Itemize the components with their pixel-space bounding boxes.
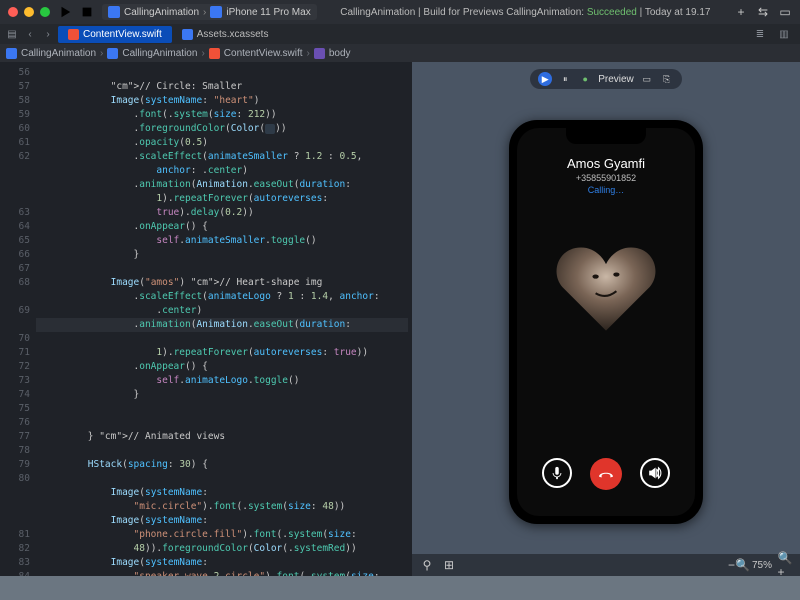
live-preview-icon[interactable]: ▶ (538, 72, 552, 86)
adjust-editor-icon[interactable]: ▥ (776, 26, 792, 42)
zoom-level: 75% (752, 560, 772, 571)
code-area[interactable]: "cm">// Circle: Smaller Image(systemName… (36, 62, 412, 576)
line-gutter: 5657585960616263646566676869707172737475… (0, 62, 36, 576)
plus-icon[interactable]: + (734, 5, 748, 19)
window-controls (8, 7, 50, 17)
swift-icon (209, 48, 220, 59)
zoom-out-icon[interactable]: −🔍 (732, 558, 746, 572)
tab-label: ContentView.swift (83, 29, 162, 40)
heart-image (554, 239, 658, 335)
folder-icon (107, 48, 118, 59)
zoom-in-icon[interactable]: 🔍+ (778, 558, 792, 572)
stop-button[interactable] (80, 5, 94, 19)
duplicate-preview-icon[interactable]: ⎘ (660, 72, 674, 86)
notch (566, 128, 646, 144)
tab-label: Assets.xcassets (197, 29, 269, 40)
device-config-icon[interactable]: ▭ (640, 72, 654, 86)
app-icon (108, 6, 120, 18)
editor-split: 5657585960616263646566676869707172737475… (0, 62, 800, 576)
scheme-project: CallingAnimation (124, 7, 199, 18)
pin-preview-icon[interactable]: ⚲ (420, 558, 434, 572)
run-button[interactable] (58, 5, 72, 19)
caller-block: Amos Gyamfi +35855901852 Calling… (567, 156, 645, 195)
scheme-selector[interactable]: CallingAnimation › iPhone 11 Pro Max (102, 4, 317, 20)
breadcrumb-item[interactable]: ContentView.swift (224, 48, 303, 59)
back-icon[interactable]: ‹ (22, 26, 38, 42)
breadcrumb-item[interactable]: body (329, 48, 351, 59)
zoom-icon[interactable] (40, 7, 50, 17)
preview-pill: ▶ ⏸ ● Preview ▭ ⎘ (530, 69, 682, 89)
swift-icon (68, 29, 79, 40)
caller-name: Amos Gyamfi (567, 156, 645, 171)
phone-screen: Amos Gyamfi +35855901852 Calling… (517, 128, 695, 516)
scheme-device: iPhone 11 Pro Max (226, 7, 310, 18)
grid-icon[interactable]: ⊞ (442, 558, 456, 572)
close-icon[interactable] (8, 7, 18, 17)
pause-preview-icon[interactable]: ⏸ (558, 72, 572, 86)
mute-button[interactable] (542, 458, 572, 488)
minimize-icon[interactable] (24, 7, 34, 17)
editor-options-icon[interactable]: ≣ (752, 26, 768, 42)
property-icon (314, 48, 325, 59)
breadcrumb-item[interactable]: CallingAnimation (21, 48, 96, 59)
end-call-button[interactable] (590, 458, 622, 490)
preview-pane: ▶ ⏸ ● Preview ▭ ⎘ Amos Gyamfi +358559018… (412, 62, 800, 576)
tab-assets[interactable]: Assets.xcassets (172, 26, 279, 43)
show-items-icon[interactable]: ▤ (4, 26, 20, 42)
library-icon[interactable]: ⇆ (756, 5, 770, 19)
tab-contentview[interactable]: ContentView.swift (58, 26, 172, 43)
code-editor[interactable]: 5657585960616263646566676869707172737475… (0, 62, 412, 576)
speaker-button[interactable] (640, 458, 670, 488)
xcode-window: CallingAnimation › iPhone 11 Pro Max Cal… (0, 0, 800, 576)
preview-toolbar: ▶ ⏸ ● Preview ▭ ⎘ (412, 68, 800, 90)
device-icon (210, 6, 222, 18)
activity-status: CallingAnimation | Build for Previews Ca… (325, 7, 726, 18)
caller-number: +35855901852 (567, 173, 645, 183)
forward-icon[interactable]: › (40, 26, 56, 42)
breadcrumb-item[interactable]: CallingAnimation (122, 48, 197, 59)
tab-bar: ▤ ‹ › ContentView.swift Assets.xcassets … (0, 24, 800, 44)
call-buttons (517, 458, 695, 490)
preview-canvas[interactable]: Amos Gyamfi +35855901852 Calling… (412, 90, 800, 554)
assets-icon (182, 29, 193, 40)
breadcrumb[interactable]: CallingAnimation › CallingAnimation › Co… (0, 44, 800, 62)
calling-status: Calling… (567, 185, 645, 195)
preview-label: Preview (598, 74, 634, 85)
preview-footer: ⚲ ⊞ −🔍 75% 🔍+ (412, 554, 800, 576)
record-icon[interactable]: ● (578, 72, 592, 86)
panels-icon[interactable]: ▭ (778, 5, 792, 19)
titlebar: CallingAnimation › iPhone 11 Pro Max Cal… (0, 0, 800, 24)
phone-mock: Amos Gyamfi +35855901852 Calling… (509, 120, 703, 524)
project-icon (6, 48, 17, 59)
